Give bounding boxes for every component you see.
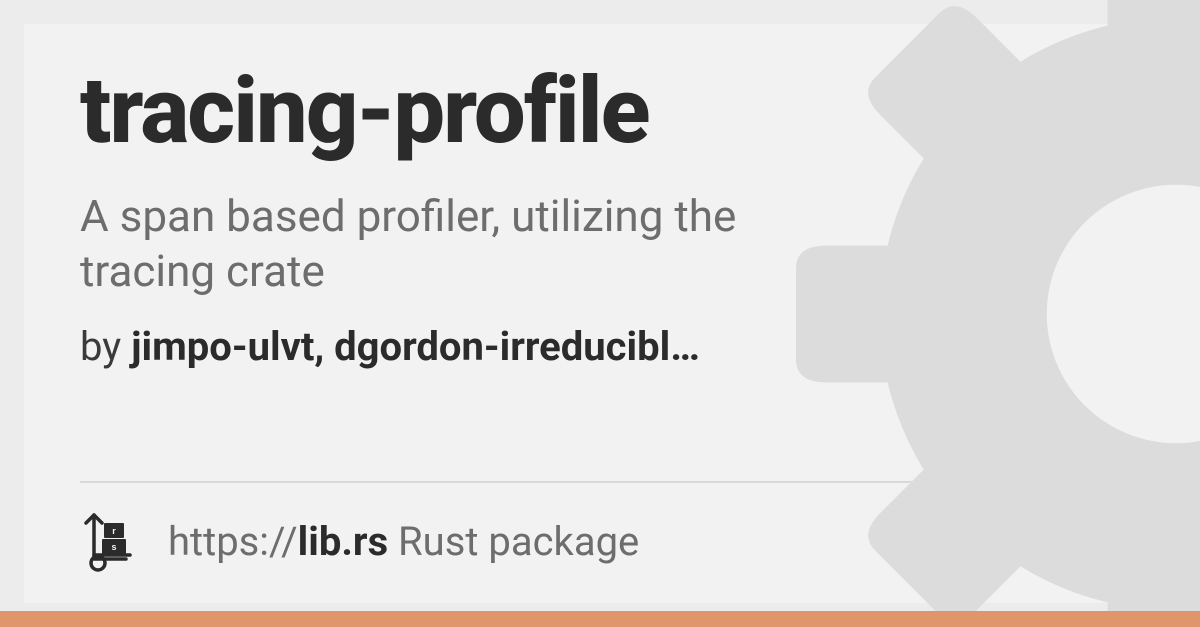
footer: r s https://lib.rs Rust package [80,509,1120,573]
package-byline: by jimpo-ulvt, dgordon-irreducibl… [80,323,1120,370]
package-description: A span based profiler, utilizing the tra… [80,189,840,299]
url-host: lib.rs [298,518,388,565]
svg-text:r: r [112,526,116,536]
package-authors: jimpo-ulvt, dgordon-irreducibl… [131,323,700,370]
librs-logo-icon: r s [80,509,144,573]
package-card: tracing-profile A span based profiler, u… [24,24,1176,603]
svg-text:s: s [111,542,116,552]
footer-suffix: Rust package [388,518,639,565]
url-prefix: https:// [168,518,298,565]
accent-bar [0,611,1200,627]
footer-text: https://lib.rs Rust package [168,518,639,565]
package-title: tracing-profile [80,64,1120,161]
by-prefix: by [80,323,131,370]
divider [80,481,1120,483]
